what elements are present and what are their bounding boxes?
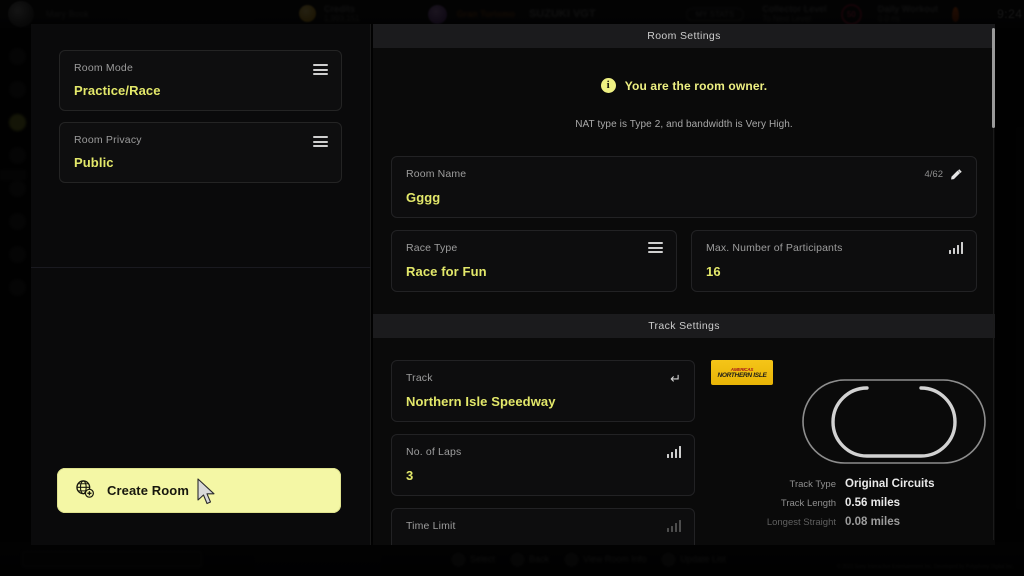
chevron-down-icon[interactable]: ⌄ (670, 544, 682, 545)
settings-panel: Room Settings i You are the room owner. … (373, 24, 995, 545)
track-stat-value: 0.56 miles (845, 497, 900, 509)
track-badge-line2: NORTHERN ISLE (717, 371, 767, 379)
room-name-controls: 4/62 (925, 168, 964, 181)
room-settings-row: Race Type Race for Fun Max. Number of Pa… (391, 230, 977, 292)
max-participants-label: Max. Number of Participants (706, 242, 843, 254)
room-settings-body: i You are the room owner. NAT type is Ty… (373, 78, 995, 292)
nat-info-text: NAT type is Type 2, and bandwidth is Ver… (575, 119, 793, 130)
track-value: Northern Isle Speedway (406, 394, 556, 409)
race-type-label: Race Type (406, 242, 458, 254)
create-room-button[interactable]: Create Room (57, 468, 341, 513)
max-participants-card[interactable]: Max. Number of Participants 16 (691, 230, 977, 292)
laps-value: 3 (406, 468, 414, 483)
room-name-value: Gggg (406, 190, 441, 205)
max-participants-value: 16 (706, 264, 721, 279)
room-name-counter: 4/62 (924, 169, 944, 180)
track-settings-body: Track Northern Isle Speedway ↵ No. of La… (373, 360, 995, 545)
owner-notice: i You are the room owner. (391, 78, 977, 93)
owner-notice-text: You are the room owner. (624, 78, 768, 93)
track-settings-grid: Track Northern Isle Speedway ↵ No. of La… (391, 360, 986, 545)
track-label: Track (406, 372, 433, 384)
list-icon (313, 134, 328, 152)
track-stat-key: Longest Straight (766, 517, 836, 528)
track-fields: Track Northern Isle Speedway ↵ No. of La… (391, 360, 695, 545)
track-card[interactable]: Track Northern Isle Speedway ↵ (391, 360, 695, 422)
list-icon (313, 62, 328, 80)
room-privacy-value: Public (74, 155, 114, 170)
track-stat-row: Track Length 0.56 miles (759, 497, 969, 509)
room-settings-header: Room Settings (373, 24, 995, 48)
bars-icon (666, 520, 681, 532)
globe-plus-icon (75, 479, 94, 503)
room-mode-value: Practice/Race (74, 83, 161, 98)
race-type-card[interactable]: Race Type Race for Fun (391, 230, 677, 292)
track-logo-badge: AMERICAS NORTHERN ISLE (711, 360, 773, 385)
time-limit-card[interactable]: Time Limit (391, 508, 695, 545)
laps-card[interactable]: No. of Laps 3 (391, 434, 695, 496)
room-privacy-card[interactable]: Room Privacy Public (59, 122, 342, 183)
track-stat-key: Track Length (780, 498, 836, 509)
create-room-label: Create Room (107, 483, 190, 498)
track-stat-key: Track Type (789, 479, 836, 490)
bars-icon (666, 446, 681, 458)
panel-divider (31, 267, 371, 268)
room-mode-card[interactable]: Room Mode Practice/Race (59, 50, 342, 111)
room-mode-label: Room Mode (74, 62, 133, 74)
room-options-list: Room Mode Practice/Race Room Privacy Pub… (31, 24, 370, 243)
time-limit-label: Time Limit (406, 520, 456, 532)
track-stat-row: Longest Straight 0.08 miles (759, 516, 969, 528)
track-stat-row: Track Type Original Circuits (759, 478, 969, 490)
room-name-label: Room Name (406, 168, 467, 180)
laps-label: No. of Laps (406, 446, 462, 458)
list-icon (648, 242, 663, 253)
pencil-icon[interactable] (950, 168, 963, 181)
info-icon: i (600, 78, 616, 93)
room-name-card[interactable]: Room Name Gggg 4/62 (391, 156, 977, 218)
track-map-icon (799, 374, 989, 474)
room-privacy-label: Room Privacy (74, 134, 142, 146)
track-stat-value: Original Circuits (845, 478, 935, 490)
scrollbar-thumb[interactable] (992, 28, 995, 128)
enter-icon: ↵ (670, 371, 681, 386)
track-settings-header: Track Settings (373, 314, 995, 338)
room-options-panel: Room Mode Practice/Race Room Privacy Pub… (31, 24, 371, 545)
bars-icon (948, 242, 963, 254)
track-preview: AMERICAS NORTHERN ISLE Track Type Origin… (711, 360, 986, 545)
race-type-value: Race for Fun (406, 264, 487, 279)
track-stat-value: 0.08 miles (845, 516, 900, 528)
track-stats: Track Type Original Circuits Track Lengt… (759, 478, 969, 535)
